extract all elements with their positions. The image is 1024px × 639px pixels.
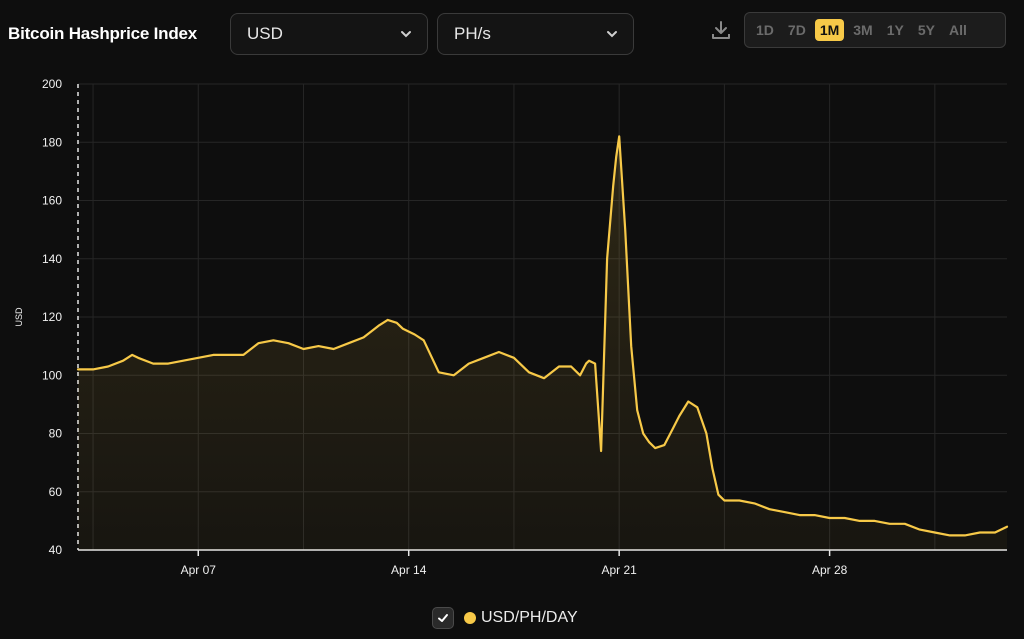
download-icon[interactable] <box>710 19 732 41</box>
series-area <box>78 136 1007 550</box>
legend-series-label[interactable]: USD/PH/DAY <box>481 609 578 627</box>
y-tick-label: 120 <box>42 310 62 324</box>
range-button-1y[interactable]: 1Y <box>882 19 909 41</box>
hashprice-chart: 40 60 80 100 120 140 160 180 200 Apr 07 Apr 14 Apr … <box>14 77 1009 577</box>
unit-select-value: PH/s <box>454 24 491 43</box>
legend-series-dot <box>464 612 476 624</box>
x-tick-label: Apr 07 <box>181 563 217 577</box>
y-tick-label: 140 <box>42 252 62 266</box>
legend-checkbox[interactable] <box>432 607 454 629</box>
x-tick-label: Apr 14 <box>391 563 427 577</box>
range-button-all[interactable]: All <box>944 19 972 41</box>
x-tick-label: Apr 28 <box>812 563 848 577</box>
range-button-1d[interactable]: 1D <box>751 19 779 41</box>
time-range-selector: 1D 7D 1M 3M 1Y 5Y All <box>744 12 1006 48</box>
range-button-7d[interactable]: 7D <box>783 19 811 41</box>
check-icon <box>438 614 448 622</box>
y-tick-label: 80 <box>49 427 63 441</box>
page-title: Bitcoin Hashprice Index <box>8 24 198 43</box>
y-tick-label: 40 <box>49 543 63 557</box>
y-tick-label: 180 <box>42 135 62 149</box>
y-tick-label: 160 <box>42 194 62 208</box>
x-tick-label: Apr 21 <box>601 563 637 577</box>
y-tick-label: 100 <box>42 368 62 382</box>
range-button-5y[interactable]: 5Y <box>913 19 940 41</box>
y-axis-label: USD <box>14 307 24 327</box>
chevron-down-icon <box>607 31 617 38</box>
currency-select[interactable]: USD <box>230 13 428 55</box>
range-button-3m[interactable]: 3M <box>848 19 877 41</box>
chevron-down-icon <box>401 31 411 38</box>
y-tick-label: 60 <box>49 485 63 499</box>
chart-legend: USD/PH/DAY <box>432 607 578 629</box>
currency-select-value: USD <box>247 24 283 43</box>
y-tick-label: 200 <box>42 77 62 91</box>
unit-select[interactable]: PH/s <box>437 13 634 55</box>
range-button-1m[interactable]: 1M <box>814 19 845 41</box>
